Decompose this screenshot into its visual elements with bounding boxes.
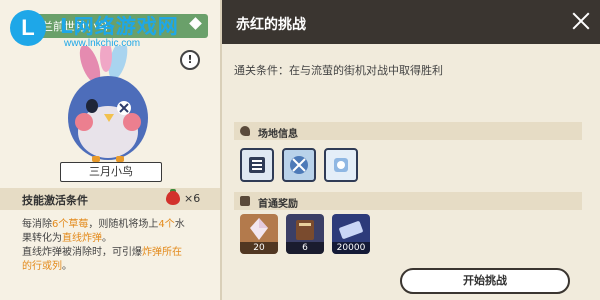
skill-highlight: 6个草莓: [52, 219, 89, 230]
skill-highlight: 炸弹所在: [142, 247, 182, 258]
ticket-icon: [339, 221, 363, 239]
reward-count: 6: [286, 242, 324, 254]
character-name: 三月小鸟: [60, 162, 162, 182]
venue-item-icon[interactable]: [240, 148, 274, 182]
clear-condition: 通关条件：在与流萤的街机对战中取得胜利: [234, 64, 443, 77]
panel-title: 赤红的挑战: [236, 17, 306, 33]
gift-icon: [240, 196, 250, 206]
challenge-panel: 赤红的挑战 通关条件：在与流萤的街机对战中取得胜利 场地信息 首通奖励 20 6…: [222, 0, 600, 300]
skill-highlight: 的行或列: [22, 261, 62, 272]
skill-text: 。: [102, 233, 112, 244]
skill-text: ，则随机将场上: [88, 219, 159, 230]
character-card: 兰前世月小鸟 L L网络游戏网 www.lnkchic.com ! 三月小鸟 技…: [0, 0, 222, 300]
skill-header: 技能激活条件 ×6: [0, 188, 220, 210]
skill-description: 每消除6个草莓，则随机将场上4个水 果转化为直线炸弹。 直线炸弹被消除时，可引爆…: [22, 218, 218, 274]
skill-text: 水: [174, 219, 185, 230]
reward-count: 20: [240, 242, 278, 254]
book-icon: [296, 220, 314, 240]
skill-text: 直线炸弹被消除时，可引爆: [22, 247, 142, 258]
venue-item-icon[interactable]: [282, 148, 316, 182]
reward-section-header: 首通奖励: [234, 192, 582, 210]
strawberry-icon: [166, 191, 180, 205]
reward-label: 首通奖励: [258, 199, 298, 210]
skill-text: 。: [62, 261, 72, 272]
watermark-logo: L: [10, 10, 46, 46]
venue-label: 场地信息: [258, 129, 298, 140]
rabbit-icon: [240, 126, 250, 136]
venue-item-icon[interactable]: [324, 148, 358, 182]
start-challenge-button[interactable]: 开始挑战: [400, 268, 570, 294]
venue-section-header: 场地信息: [234, 122, 582, 140]
reward-item[interactable]: 6: [286, 214, 324, 254]
watermark-title: L网络游戏网: [60, 14, 179, 38]
bird-character-image: [68, 46, 148, 162]
reward-item[interactable]: 20000: [332, 214, 370, 254]
skill-text: 果转化为: [22, 233, 62, 244]
info-icon[interactable]: !: [180, 50, 200, 70]
close-icon[interactable]: [570, 10, 592, 32]
skill-title: 技能激活条件: [22, 194, 88, 207]
skill-cost-count: ×6: [184, 192, 201, 205]
skill-highlight: 直线炸弹: [62, 233, 102, 244]
reward-count: 20000: [332, 242, 370, 254]
watermark: L L网络游戏网 www.lnkchic.com: [2, 4, 192, 49]
skill-text: 每消除: [22, 219, 52, 230]
skill-highlight: 4个: [158, 219, 175, 230]
panel-header: 赤红的挑战: [222, 0, 600, 44]
reward-item[interactable]: 20: [240, 214, 278, 254]
crystal-icon: [250, 218, 268, 240]
